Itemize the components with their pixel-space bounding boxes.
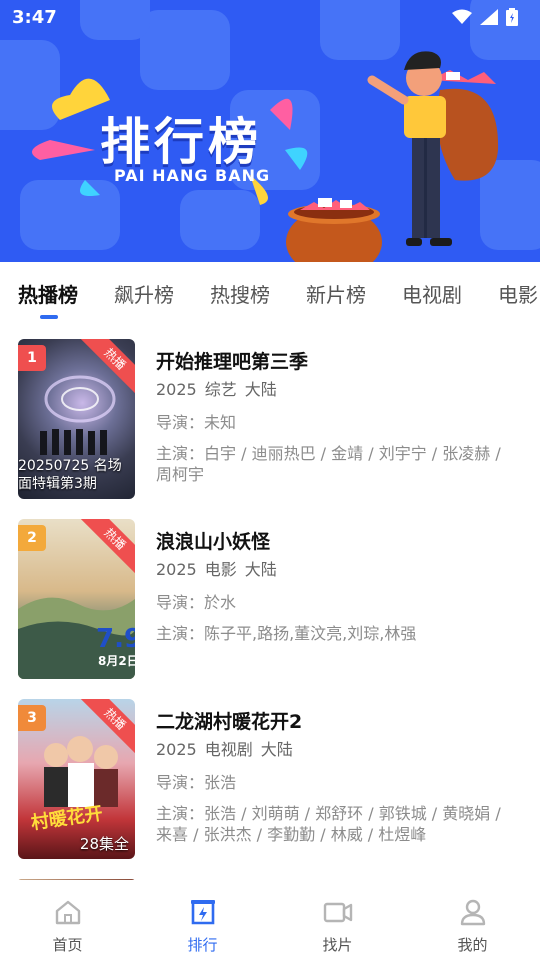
item-year: 2025 — [156, 380, 197, 399]
user-icon — [460, 899, 485, 926]
item-director: 导演：未知 — [156, 413, 237, 432]
poster-image[interactable]: 1 热播 20250725 名场面特辑第3期 — [18, 339, 135, 499]
tab-label: 飙升榜 — [114, 282, 174, 307]
item-cast: 主演：陈子平,路扬,董汶亮,刘琮,林强 — [156, 624, 417, 643]
rank-icon — [190, 900, 215, 925]
svg-text:7.9: 7.9 — [96, 624, 135, 654]
item-region: 大陆 — [244, 560, 277, 579]
item-cast: 主演：张浩 / 刘萌萌 / 郑舒环 / 郭铁城 / 黄晓娟 / 来喜 / 张洪杰… — [156, 804, 501, 844]
item-genre: 综艺 — [204, 380, 237, 399]
tab-label: 电影 — [498, 282, 538, 307]
tab-hot-play[interactable]: 热播榜 — [18, 279, 78, 319]
nav-label: 首页 — [52, 936, 83, 954]
item-director: 导演：张浩 — [156, 773, 237, 792]
item-region: 大陆 — [244, 380, 277, 399]
tab-movie[interactable]: 电影 — [498, 279, 538, 308]
banner-title: 排行榜 — [100, 113, 262, 171]
item-region: 大陆 — [260, 740, 293, 759]
item-info: 二龙湖村暖花开2 2025 电视剧 大陆 导演：张浩 主演：张浩 / 刘萌萌 / 郑… — [156, 709, 521, 845]
item-meta: 2025 电视剧 大陆 — [156, 739, 521, 761]
banner-subtitle: PAI HANG BANG — [114, 166, 271, 185]
poster-caption: 20250725 名场面特辑第3期 — [18, 458, 122, 492]
item-info: 浪浪山小妖怪 2025 电影 大陆 导演：於水 主演：陈子平,路扬,董汶亮,刘琮,林… — [156, 529, 521, 644]
item-year: 2025 — [156, 560, 197, 579]
svg-text:8月2日: 8月2日 — [98, 654, 135, 668]
ranking-banner: 3:47 排行榜 PAI HANG BANG — [0, 0, 540, 262]
nav-find[interactable]: 找片 — [270, 880, 405, 960]
status-time: 3:47 — [12, 7, 57, 28]
item-genre: 电视剧 — [204, 740, 253, 759]
item-title[interactable]: 浪浪山小妖怪 — [156, 529, 521, 555]
banner-illustration — [32, 51, 499, 262]
tab-label: 新片榜 — [306, 282, 366, 307]
tab-label: 电视剧 — [402, 282, 462, 307]
signal-icon — [480, 9, 498, 25]
status-bar: 3:47 — [0, 0, 540, 34]
poster-image[interactable]: 7.9 8月2日 2 热播 — [18, 519, 135, 679]
rank-badge: 2 — [18, 525, 46, 551]
wifi-icon — [452, 9, 472, 24]
nav-label: 排行 — [187, 936, 218, 954]
item-title[interactable]: 开始推理吧第三季 — [156, 349, 521, 375]
video-icon — [323, 902, 352, 923]
item-year: 2025 — [156, 740, 197, 759]
item-meta: 2025 综艺 大陆 — [156, 379, 521, 401]
tab-hot-search[interactable]: 热搜榜 — [210, 279, 270, 308]
tab-rising[interactable]: 飙升榜 — [114, 279, 174, 308]
active-tab-indicator — [40, 314, 58, 319]
rank-badge: 1 — [18, 345, 46, 371]
item-title[interactable]: 二龙湖村暖花开2 — [156, 709, 521, 735]
tab-label: 热播榜 — [18, 282, 78, 307]
nav-rank[interactable]: 排行 — [135, 880, 270, 960]
list-item[interactable]: 7.9 8月2日 2 热播 浪浪山小妖怪 2025 电影 大陆 导演：於水 主演：陈… — [0, 519, 540, 681]
nav-label: 我的 — [457, 936, 488, 954]
rank-badge: 3 — [18, 705, 46, 731]
nav-mine[interactable]: 我的 — [405, 880, 540, 960]
item-meta: 2025 电影 大陆 — [156, 559, 521, 581]
home-icon — [55, 900, 80, 925]
nav-label: 找片 — [322, 936, 353, 954]
nav-home[interactable]: 首页 — [0, 880, 135, 960]
battery-icon — [506, 8, 518, 26]
item-director: 导演：於水 — [156, 593, 237, 612]
list-item[interactable]: 村暖花开 3 热播 28集全 二龙湖村暖花开2 2025 电视剧 大陆 导演：张浩 … — [0, 699, 540, 861]
rank-tabs: 热播榜 飙升榜 热搜榜 新片榜 电视剧 电影 — [0, 262, 540, 324]
tab-new-release[interactable]: 新片榜 — [306, 279, 366, 308]
poster-caption: 28集全 — [79, 835, 129, 853]
list-item[interactable]: 1 热播 20250725 名场面特辑第3期 开始推理吧第三季 2025 综艺 大陆… — [0, 339, 540, 501]
poster-image[interactable]: 村暖花开 3 热播 28集全 — [18, 699, 135, 859]
tab-tv-series[interactable]: 电视剧 — [402, 279, 462, 308]
item-cast: 主演：白宇 / 迪丽热巴 / 金靖 / 刘宇宁 / 张凌赫 / 周柯宇 — [156, 444, 501, 484]
tab-label: 热搜榜 — [210, 282, 270, 307]
item-genre: 电影 — [204, 560, 237, 579]
bottom-nav: 首页 排行 找片 我的 — [0, 880, 540, 960]
item-info: 开始推理吧第三季 2025 综艺 大陆 导演：未知 主演：白宇 / 迪丽热巴 / 金… — [156, 349, 521, 485]
